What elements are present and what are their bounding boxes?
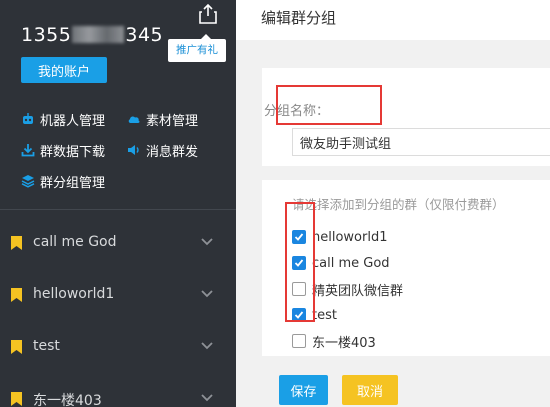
my-account-button[interactable]: 我的账户 [21, 57, 107, 83]
menu-item-material[interactable]: 素材管理 [127, 110, 233, 129]
group-item[interactable]: helloworld1 [0, 270, 236, 322]
menu-item-label: 群分组管理 [40, 175, 106, 191]
download-icon [21, 144, 35, 157]
group-option[interactable]: 精英团队微信群 [292, 276, 403, 302]
group-name-label: 分组名称： [264, 104, 330, 119]
group-select-label: 请选择添加到分组的群（仅限付费群） [292, 197, 505, 212]
bookmark-icon [11, 288, 22, 302]
sidebar-menu: 机器人管理 素材管理 群数据下载 消息群发 群分组管理 [21, 107, 236, 200]
checkbox-unchecked[interactable] [292, 334, 306, 348]
group-name: helloworld1 [33, 286, 115, 302]
group-option-label: call me God [312, 255, 390, 271]
group-option[interactable]: 东一楼403 [292, 328, 403, 354]
checkmark-icon [294, 259, 304, 267]
save-button[interactable]: 保存 [279, 375, 328, 405]
group-checkbox-list: helloworld1 call me God 精英团队微信群 test 东一楼403 [292, 224, 403, 354]
group-option[interactable]: helloworld1 [292, 224, 403, 250]
chevron-down-icon[interactable] [201, 394, 213, 402]
checkmark-icon [294, 233, 304, 241]
checkbox-checked[interactable] [292, 256, 306, 270]
phone-redaction [72, 26, 125, 43]
group-option-label: 精英团队微信群 [312, 283, 404, 299]
page-title: 编辑群分组 [261, 9, 337, 27]
broadcast-icon [128, 145, 139, 155]
menu-item-label: 素材管理 [146, 113, 199, 129]
menu-item-broadcast[interactable]: 消息群发 [127, 141, 233, 160]
menu-item-label: 机器人管理 [40, 113, 106, 129]
group-item[interactable]: test [0, 322, 236, 374]
checkbox-checked[interactable] [292, 230, 306, 244]
group-name-input[interactable] [292, 128, 550, 156]
group-item[interactable]: call me God [0, 218, 236, 270]
group-list: call me God helloworld1 test 东一楼403 [0, 218, 236, 407]
group-option[interactable]: test [292, 302, 403, 328]
chevron-down-icon[interactable] [201, 238, 213, 246]
main-panel: 编辑群分组 分组名称： 请选择添加到分组的群（仅限付费群） helloworld… [236, 0, 550, 407]
sidebar-divider [0, 209, 236, 210]
menu-item-group-manage[interactable]: 群分组管理 [21, 172, 127, 191]
checkbox-unchecked[interactable] [292, 282, 306, 296]
checkmark-icon [294, 311, 304, 319]
group-option-label: helloworld1 [312, 229, 388, 245]
group-option-label: 东一楼403 [312, 335, 376, 351]
share-icon[interactable] [198, 3, 218, 25]
layers-icon [21, 175, 35, 188]
bookmark-icon [11, 392, 22, 406]
group-name: test [33, 338, 60, 354]
menu-item-label: 消息群发 [146, 144, 199, 160]
promo-tooltip[interactable]: 推广有礼 [168, 34, 226, 62]
bookmark-icon [11, 236, 22, 250]
chevron-down-icon[interactable] [201, 290, 213, 298]
bookmark-icon [11, 340, 22, 354]
sidebar: 1355 345 我的账户 推广有礼 机器人管理 素材管理 群数据下载 消息群发… [0, 0, 236, 407]
checkbox-checked[interactable] [292, 308, 306, 322]
chevron-down-icon[interactable] [201, 342, 213, 350]
group-option[interactable]: call me God [292, 250, 403, 276]
phone-suffix: 345 [125, 24, 164, 46]
user-phone: 1355 345 [21, 24, 163, 46]
group-option-label: test [312, 307, 337, 323]
phone-prefix: 1355 [21, 24, 72, 46]
page-header: 编辑群分组 [236, 0, 550, 40]
group-name: 东一楼403 [33, 393, 102, 407]
group-name: call me God [33, 234, 117, 250]
menu-item-robot[interactable]: 机器人管理 [21, 110, 127, 129]
robot-icon [23, 113, 33, 124]
cloud-icon [128, 116, 140, 123]
cancel-button[interactable]: 取消 [342, 375, 398, 405]
menu-item-download[interactable]: 群数据下载 [21, 141, 127, 160]
menu-item-label: 群数据下载 [40, 144, 106, 160]
group-item[interactable]: 东一楼403 [0, 374, 236, 407]
